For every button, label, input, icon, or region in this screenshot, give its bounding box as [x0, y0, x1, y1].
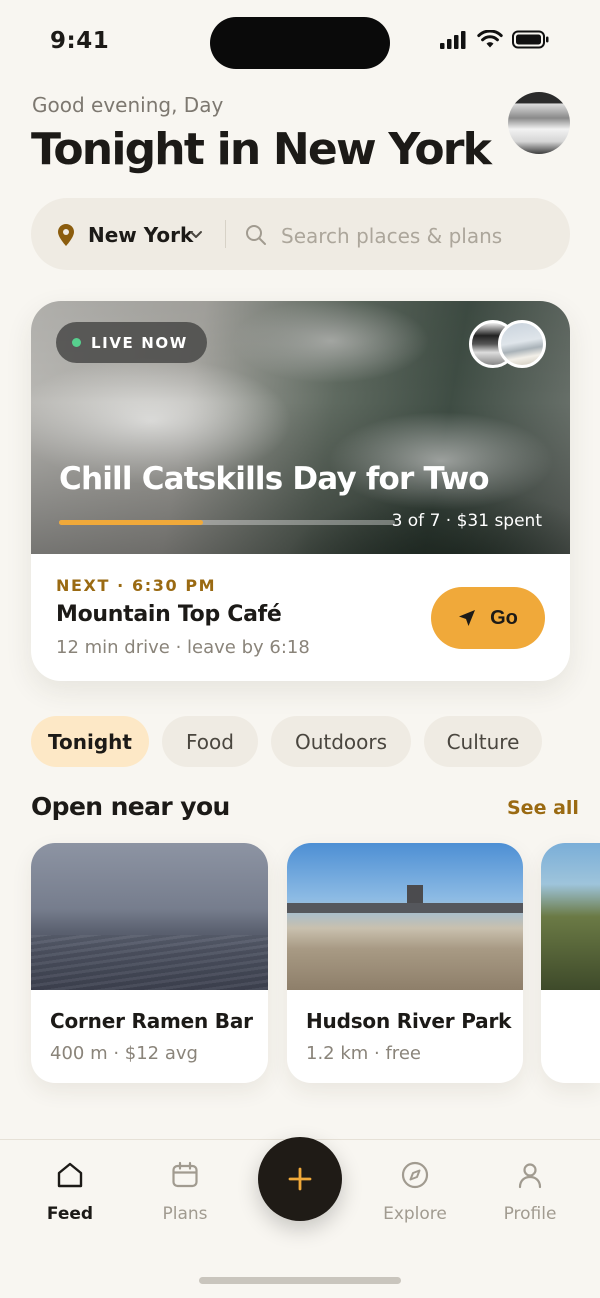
place-name: Corner Ramen Bar — [50, 1009, 253, 1033]
calendar-icon — [172, 1161, 198, 1188]
status-icons — [440, 30, 550, 49]
chip-tonight[interactable]: Tonight — [31, 716, 149, 767]
place-card[interactable]: Hudson River Park 1.2 km · free — [287, 843, 523, 1083]
go-button-label: Go — [490, 606, 518, 629]
go-button[interactable]: Go — [431, 587, 545, 649]
nav-feed[interactable]: Feed — [20, 1160, 120, 1224]
live-dot-icon — [72, 338, 81, 347]
next-stop-name: Mountain Top Café — [56, 602, 282, 627]
nav-label: Explore — [383, 1204, 447, 1224]
nav-plans[interactable]: Plans — [135, 1160, 235, 1224]
search-icon — [246, 225, 266, 245]
create-plan-button[interactable] — [258, 1137, 342, 1221]
place-card[interactable] — [541, 843, 600, 1083]
wifi-icon — [477, 30, 503, 48]
plan-title: Chill Catskills Day for Two — [59, 461, 490, 497]
home-icon — [57, 1162, 83, 1188]
location-selector[interactable]: New York — [88, 223, 193, 247]
navigation-arrow-icon — [459, 610, 476, 626]
signal-icon — [440, 30, 466, 49]
section-title: Open near you — [31, 792, 230, 821]
place-card[interactable]: Corner Ramen Bar 400 m · $12 avg — [31, 843, 268, 1083]
place-image — [541, 843, 600, 990]
page-title: Tonight in New York — [31, 124, 492, 175]
search-divider — [225, 220, 226, 248]
nav-label: Feed — [46, 1204, 94, 1224]
chip-culture[interactable]: Culture — [424, 716, 542, 767]
plan-progress-text: 3 of 7 · $31 spent — [391, 511, 542, 531]
place-meta: 400 m · $12 avg — [50, 1043, 198, 1064]
live-badge: LIVE NOW — [56, 322, 207, 363]
chevron-down-icon[interactable] — [189, 227, 203, 241]
location-pin-icon[interactable] — [58, 224, 74, 246]
greeting: Good evening, Day — [32, 93, 224, 117]
next-stop-detail: 12 min drive · leave by 6:18 — [56, 637, 310, 658]
nav-profile[interactable]: Profile — [480, 1160, 580, 1224]
active-plan-card[interactable]: LIVE NOW Chill Catskills Day for Two 3 o… — [31, 301, 570, 681]
home-indicator — [199, 1277, 401, 1284]
nav-label: Plans — [162, 1204, 208, 1224]
status-time: 9:41 — [50, 28, 110, 54]
dynamic-island — [210, 17, 390, 69]
compass-icon — [401, 1161, 429, 1189]
battery-icon — [512, 30, 549, 49]
plan-progress-fill — [59, 520, 204, 525]
participant-avatar — [498, 320, 546, 368]
chip-outdoors[interactable]: Outdoors — [271, 716, 411, 767]
place-image — [31, 843, 268, 990]
place-image — [287, 843, 523, 990]
nav-explore[interactable]: Explore — [365, 1160, 465, 1224]
search-input[interactable] — [281, 220, 551, 252]
chip-food[interactable]: Food — [162, 716, 258, 767]
place-name: Hudson River Park — [306, 1009, 512, 1033]
plus-icon — [288, 1167, 312, 1191]
avatar[interactable] — [508, 92, 570, 154]
place-meta: 1.2 km · free — [306, 1043, 421, 1064]
see-all-link[interactable]: See all — [507, 797, 579, 819]
user-icon — [518, 1163, 542, 1189]
nav-label: Profile — [503, 1204, 557, 1224]
live-badge-label: LIVE NOW — [91, 333, 188, 352]
next-stop-label: NEXT · 6:30 PM — [56, 576, 217, 595]
plan-progress-bar — [59, 520, 395, 525]
